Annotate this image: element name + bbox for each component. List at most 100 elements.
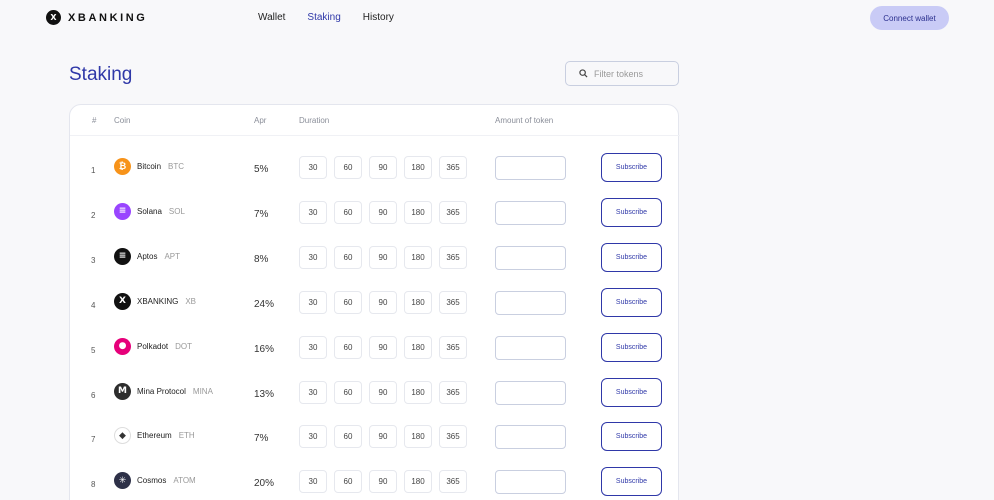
- col-apr-header: Apr: [254, 116, 267, 125]
- duration-30-button[interactable]: 30: [299, 425, 327, 449]
- duration-60-button[interactable]: 60: [334, 156, 362, 179]
- connect-wallet-button[interactable]: Connect wallet: [870, 6, 949, 30]
- coin-cell: ✳ Cosmos ATOM: [114, 472, 196, 490]
- coin-cell: ● Polkadot DOT: [114, 337, 193, 355]
- duration-180-button[interactable]: 180: [404, 290, 432, 314]
- duration-365-button[interactable]: 365: [439, 156, 467, 179]
- apr-value: 5%: [254, 164, 269, 175]
- apr-value: 7%: [254, 208, 269, 220]
- row-number: 5: [91, 345, 96, 355]
- logo[interactable]: X XBANKING: [46, 10, 147, 25]
- subscribe-button[interactable]: Subscribe: [601, 467, 662, 497]
- polkadot-icon: ●: [114, 337, 131, 355]
- duration-180-button[interactable]: 180: [404, 425, 432, 449]
- coin-symbol: DOT: [175, 341, 193, 351]
- duration-180-button[interactable]: 180: [404, 245, 432, 269]
- amount-input[interactable]: [495, 380, 566, 405]
- duration-30-button[interactable]: 30: [299, 245, 327, 269]
- duration-options: 30 60 90 180 365: [299, 335, 467, 359]
- duration-90-button[interactable]: 90: [369, 200, 397, 224]
- duration-365-button[interactable]: 365: [439, 245, 467, 269]
- duration-180-button[interactable]: 180: [404, 380, 432, 404]
- duration-30-button[interactable]: 30: [299, 335, 327, 359]
- row-number: 2: [91, 210, 96, 220]
- table-row: 3 ≡ Aptos APT 8% 30 60 90 180 365 Subscribe: [70, 237, 680, 282]
- amount-input[interactable]: [495, 470, 566, 495]
- duration-365-button[interactable]: 365: [439, 380, 467, 404]
- duration-60-button[interactable]: 60: [334, 290, 362, 314]
- duration-180-button[interactable]: 180: [404, 470, 432, 494]
- duration-90-button[interactable]: 90: [369, 335, 397, 359]
- coin-cell: ≡ Solana SOL: [114, 202, 185, 220]
- duration-options: 30 60 90 180 365: [299, 245, 467, 269]
- duration-90-button[interactable]: 90: [369, 156, 397, 179]
- ethereum-icon: ◆: [114, 427, 131, 445]
- duration-60-button[interactable]: 60: [334, 425, 362, 449]
- duration-30-button[interactable]: 30: [299, 470, 327, 494]
- subscribe-button[interactable]: Subscribe: [601, 332, 662, 362]
- amount-input[interactable]: [495, 335, 566, 360]
- duration-60-button[interactable]: 60: [334, 470, 362, 494]
- search-icon: [579, 69, 588, 78]
- amount-input[interactable]: [495, 290, 566, 315]
- duration-60-button[interactable]: 60: [334, 380, 362, 404]
- duration-60-button[interactable]: 60: [334, 335, 362, 359]
- coin-symbol: MINA: [192, 386, 213, 396]
- aptos-icon: ≡: [114, 247, 131, 265]
- duration-180-button[interactable]: 180: [404, 335, 432, 359]
- duration-30-button[interactable]: 30: [299, 290, 327, 314]
- mina-icon: M: [114, 382, 131, 400]
- subscribe-button[interactable]: Subscribe: [601, 377, 662, 407]
- duration-365-button[interactable]: 365: [439, 200, 467, 224]
- duration-365-button[interactable]: 365: [439, 290, 467, 314]
- coin-name: Bitcoin: [137, 162, 162, 171]
- duration-30-button[interactable]: 30: [299, 200, 327, 224]
- duration-90-button[interactable]: 90: [369, 380, 397, 404]
- amount-input[interactable]: [495, 200, 566, 225]
- coin-cell: ≡ Aptos APT: [114, 247, 180, 265]
- filter-tokens-input[interactable]: [594, 68, 674, 79]
- duration-30-button[interactable]: 30: [299, 156, 327, 179]
- duration-90-button[interactable]: 90: [369, 470, 397, 494]
- duration-30-button[interactable]: 30: [299, 380, 327, 404]
- amount-input[interactable]: [495, 425, 566, 450]
- duration-180-button[interactable]: 180: [404, 156, 432, 179]
- logo-text: XBANKING: [68, 11, 148, 24]
- duration-365-button[interactable]: 365: [439, 335, 467, 359]
- xbanking-logo-icon: X: [46, 10, 61, 25]
- solana-icon: ≡: [114, 202, 131, 220]
- duration-180-button[interactable]: 180: [404, 200, 432, 224]
- row-number: 8: [91, 480, 96, 490]
- subscribe-button[interactable]: Subscribe: [601, 153, 662, 182]
- amount-input[interactable]: [495, 245, 566, 270]
- subscribe-button[interactable]: Subscribe: [601, 197, 662, 227]
- table-row: 6 M Mina Protocol MINA 13% 30 60 90 180 365 Su…: [70, 372, 680, 417]
- coin-cell: M Mina Protocol MINA: [114, 382, 213, 400]
- duration-options: 30 60 90 180 365: [299, 200, 467, 224]
- subscribe-button[interactable]: Subscribe: [601, 242, 662, 272]
- nav-history[interactable]: History: [363, 12, 394, 23]
- top-header: X XBANKING Wallet Staking History Connec…: [0, 0, 994, 38]
- table-row: 1 ₿ Bitcoin BTC 5% 30 60 90 180 365 Subscribe: [70, 147, 680, 192]
- subscribe-button[interactable]: Subscribe: [601, 287, 662, 317]
- duration-90-button[interactable]: 90: [369, 290, 397, 314]
- nav-staking[interactable]: Staking: [307, 12, 340, 23]
- duration-365-button[interactable]: 365: [439, 470, 467, 494]
- duration-60-button[interactable]: 60: [334, 245, 362, 269]
- duration-365-button[interactable]: 365: [439, 425, 467, 449]
- amount-input[interactable]: [495, 156, 566, 180]
- duration-90-button[interactable]: 90: [369, 245, 397, 269]
- duration-60-button[interactable]: 60: [334, 200, 362, 224]
- duration-options: 30 60 90 180 365: [299, 425, 467, 449]
- coin-name: Aptos: [137, 251, 158, 261]
- page-title: Staking: [69, 64, 133, 85]
- apr-value: 8%: [254, 253, 269, 265]
- row-number: 6: [91, 390, 96, 400]
- duration-90-button[interactable]: 90: [369, 425, 397, 449]
- bitcoin-icon: ₿: [114, 158, 131, 175]
- coin-cell: X XBANKING XB: [114, 292, 196, 310]
- row-number: 7: [91, 435, 96, 445]
- nav-wallet[interactable]: Wallet: [258, 12, 285, 23]
- subscribe-button[interactable]: Subscribe: [601, 422, 662, 452]
- duration-options: 30 60 90 180 365: [299, 156, 467, 179]
